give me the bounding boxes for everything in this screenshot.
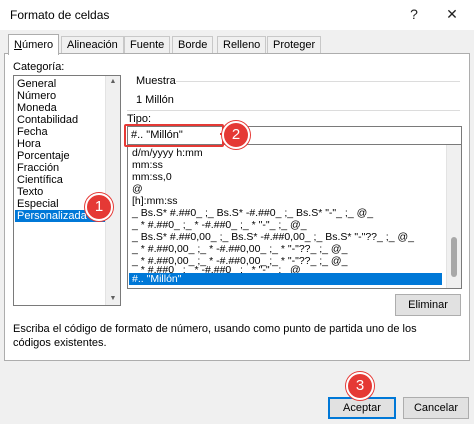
category-item-texto[interactable]: Texto <box>17 186 43 198</box>
format-item[interactable]: d/m/yyyy h:mm <box>132 147 203 159</box>
scroll-down-arrow-icon[interactable]: ▼ <box>106 293 120 305</box>
category-item-fecha[interactable]: Fecha <box>17 126 48 138</box>
cancel-button[interactable]: Cancelar <box>403 397 469 419</box>
tab-fuente[interactable]: Fuente <box>124 36 171 54</box>
accept-button[interactable]: Aceptar <box>328 397 396 419</box>
tab-borde[interactable]: Borde <box>172 36 214 54</box>
tab-numero-label: úmero <box>21 39 54 51</box>
annotation-badge-2: 2 <box>222 121 250 149</box>
format-item[interactable]: [h]:mm:ss <box>132 195 178 207</box>
format-scrollbar-thumb[interactable] <box>451 237 457 277</box>
delete-button[interactable]: Eliminar <box>395 294 461 316</box>
category-item-general[interactable]: General <box>17 78 56 90</box>
category-item-cientifica[interactable]: Científica <box>17 174 63 186</box>
tab-numero-mnemonic: N <box>14 39 22 51</box>
tab-alineacion[interactable]: Alineación <box>61 36 124 54</box>
sample-value: 1 Millón <box>136 94 174 106</box>
category-item-contabilidad[interactable]: Contabilidad <box>17 114 78 126</box>
sample-group-line <box>176 81 460 82</box>
tab-proteger[interactable]: Proteger <box>267 36 322 54</box>
category-item-porcentaje[interactable]: Porcentaje <box>17 150 70 162</box>
help-button[interactable]: ? <box>403 4 425 24</box>
window-title: Formato de celdas <box>10 8 110 22</box>
tab-numero[interactable]: Número <box>8 34 60 55</box>
category-item-especial[interactable]: Especial <box>17 198 59 210</box>
annotation-highlight-type <box>124 124 224 147</box>
annotation-badge-1: 1 <box>85 193 113 221</box>
sample-label: Muestra <box>136 75 176 87</box>
format-scrollbar[interactable] <box>446 145 461 288</box>
format-item[interactable]: _ Bs.S* #.##0,00_ ;_ Bs.S* -#.##0,00_ ;_… <box>132 231 414 243</box>
category-item-numero[interactable]: Número <box>17 90 56 102</box>
sample-bottom-line <box>127 110 460 111</box>
category-scrollbar[interactable]: ▲ ▼ <box>105 76 120 305</box>
format-item[interactable]: _ Bs.S* #.##0_ ;_ Bs.S* -#.##0_ ;_ Bs.S*… <box>132 207 373 219</box>
format-item[interactable]: mm:ss <box>132 159 163 171</box>
close-button[interactable]: ✕ <box>441 4 463 24</box>
format-item[interactable]: @ <box>132 183 143 195</box>
format-item-selected[interactable]: #.. "Millón" <box>129 273 442 285</box>
category-item-fraccion[interactable]: Fracción <box>17 162 59 174</box>
scroll-up-arrow-icon[interactable]: ▲ <box>106 76 120 88</box>
format-item[interactable]: _ * #.##0,00_ ;_ * -#.##0,00_ ;_ * "-"??… <box>132 243 347 255</box>
category-list[interactable]: General Número Moneda Contabilidad Fecha… <box>13 75 121 306</box>
format-item[interactable]: mm:ss,0 <box>132 171 172 183</box>
tab-relleno[interactable]: Relleno <box>217 36 267 54</box>
category-item-hora[interactable]: Hora <box>17 138 41 150</box>
format-item[interactable]: _ * #.##0_ ;_ * -#.##0_ ;_ * "-"_ ;_ @_ <box>132 219 307 231</box>
description-text: Escriba el código de formato de número, … <box>13 323 417 349</box>
category-label: Categoría: <box>13 61 65 73</box>
annotation-badge-3: 3 <box>346 372 374 400</box>
format-list[interactable]: d/m/yyyy h:mm mm:ss mm:ss,0 @ [h]:mm:ss … <box>127 144 462 289</box>
category-item-moneda[interactable]: Moneda <box>17 102 57 114</box>
